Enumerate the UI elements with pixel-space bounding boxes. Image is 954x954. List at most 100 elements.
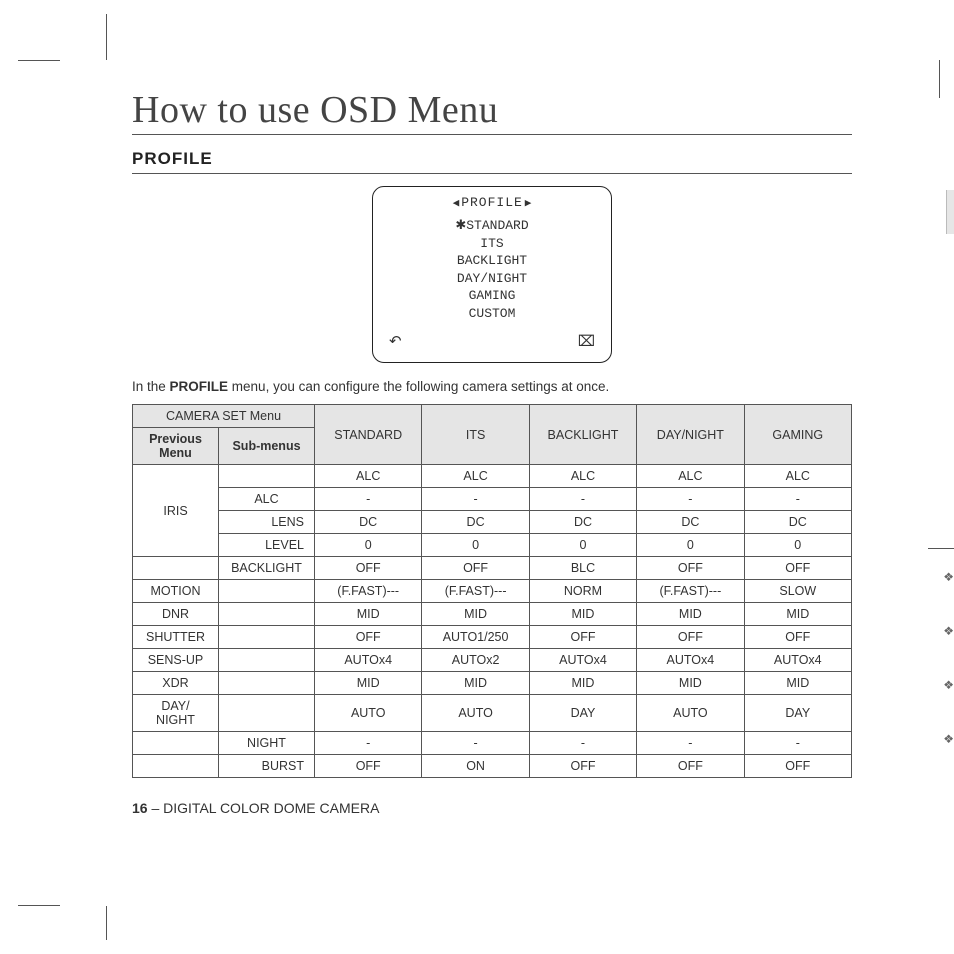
cell-prev-menu: XDR	[133, 672, 219, 695]
osd-item: CUSTOM	[383, 305, 601, 323]
cell-value: AUTOx4	[315, 649, 422, 672]
cell-value: -	[529, 732, 636, 755]
cell-value: BLC	[529, 557, 636, 580]
product-line: DIGITAL COLOR DOME CAMERA	[163, 800, 379, 816]
page-number: 16	[132, 800, 148, 816]
cell-sub-menu	[219, 603, 315, 626]
cell-value: ON	[422, 755, 529, 778]
cell-value: -	[422, 732, 529, 755]
table-row: DNRMIDMIDMIDMIDMID	[133, 603, 852, 626]
table-row: SENS-UPAUTOx4AUTOx2AUTOx4AUTOx4AUTOx4	[133, 649, 852, 672]
cell-value: DC	[529, 511, 636, 534]
cell-value: -	[637, 732, 744, 755]
cell-value: -	[744, 488, 851, 511]
nav-left-icon: ◀	[453, 196, 460, 210]
cell-value: AUTO	[422, 695, 529, 732]
cell-value: DAY	[744, 695, 851, 732]
osd-item: DAY/NIGHT	[383, 270, 601, 288]
cell-value: DC	[315, 511, 422, 534]
cell-value: ALC	[315, 465, 422, 488]
cell-value: MID	[744, 603, 851, 626]
table-row: DAY/NIGHTAUTOAUTODAYAUTODAY	[133, 695, 852, 732]
diamond-icon: ❖	[943, 624, 954, 638]
cell-value: AUTOx4	[637, 649, 744, 672]
cell-value: 0	[637, 534, 744, 557]
cell-value: OFF	[422, 557, 529, 580]
cell-value: AUTO1/250	[422, 626, 529, 649]
cell-value: NORM	[529, 580, 636, 603]
cell-value: MID	[637, 603, 744, 626]
cell-value: AUTO	[637, 695, 744, 732]
cell-sub-menu	[219, 626, 315, 649]
diamond-icon: ❖	[943, 570, 954, 584]
page-title: How to use OSD Menu	[132, 88, 852, 135]
side-bullet-list: ❖ ❖ ❖ ❖	[943, 570, 954, 746]
table-row: IRISALCALCALCALCALC	[133, 465, 852, 488]
cell-value: OFF	[315, 755, 422, 778]
table-row: BURSTOFFONOFFOFFOFF	[133, 755, 852, 778]
cell-sub-menu: ALC	[219, 488, 315, 511]
cell-sub-menu: BACKLIGHT	[219, 557, 315, 580]
cell-value: SLOW	[744, 580, 851, 603]
cell-sub-menu: LEVEL	[219, 534, 315, 557]
osd-menu-preview: ◀ PROFILE ▶ ✱STANDARD ITS BACKLIGHT DAY/…	[372, 186, 612, 363]
crop-mark	[106, 906, 107, 940]
cell-value: AUTOx4	[529, 649, 636, 672]
table-row: LENSDCDCDCDCDC	[133, 511, 852, 534]
table-header-prev: Previous Menu	[133, 428, 219, 465]
cell-value: MID	[422, 672, 529, 695]
cell-value: OFF	[744, 557, 851, 580]
page-side-tab	[946, 190, 954, 234]
crop-mark	[106, 14, 107, 60]
osd-item-list: ✱STANDARD ITS BACKLIGHT DAY/NIGHT GAMING…	[383, 216, 601, 322]
cell-value: -	[315, 732, 422, 755]
cell-value: -	[315, 488, 422, 511]
table-row: SHUTTEROFFAUTO1/250OFFOFFOFF	[133, 626, 852, 649]
cell-value: -	[637, 488, 744, 511]
cell-value: ALC	[529, 465, 636, 488]
table-row: BACKLIGHTOFFOFFBLCOFFOFF	[133, 557, 852, 580]
cell-prev-menu: IRIS	[133, 465, 219, 557]
cell-value: AUTOx4	[744, 649, 851, 672]
cell-sub-menu	[219, 580, 315, 603]
cell-value: OFF	[637, 755, 744, 778]
cell-value: (F.FAST)---	[422, 580, 529, 603]
cell-sub-menu	[219, 465, 315, 488]
cell-value: MID	[637, 672, 744, 695]
osd-item: ✱STANDARD	[383, 216, 601, 235]
cell-value: MID	[744, 672, 851, 695]
cell-value: OFF	[529, 626, 636, 649]
cell-prev-menu: MOTION	[133, 580, 219, 603]
cell-sub-menu: LENS	[219, 511, 315, 534]
section-title: PROFILE	[132, 149, 852, 174]
table-header-col: DAY/NIGHT	[637, 405, 744, 465]
cell-value: 0	[744, 534, 851, 557]
cell-value: -	[744, 732, 851, 755]
cell-prev-menu: DAY/NIGHT	[133, 695, 219, 732]
cell-value: ALC	[744, 465, 851, 488]
table-header-col: STANDARD	[315, 405, 422, 465]
cell-value: MID	[315, 603, 422, 626]
cell-value: MID	[529, 672, 636, 695]
cell-value: OFF	[637, 557, 744, 580]
cell-value: 0	[315, 534, 422, 557]
page-footer: 16 – DIGITAL COLOR DOME CAMERA	[132, 800, 852, 816]
cell-sub-menu	[219, 672, 315, 695]
cell-value: MID	[315, 672, 422, 695]
table-header-col: ITS	[422, 405, 529, 465]
table-header-group: CAMERA SET Menu	[133, 405, 315, 428]
cell-sub-menu	[219, 695, 315, 732]
diamond-icon: ❖	[943, 732, 954, 746]
crop-mark	[18, 905, 60, 906]
osd-title: PROFILE	[461, 195, 523, 210]
cell-value: (F.FAST)---	[637, 580, 744, 603]
diamond-icon: ❖	[943, 678, 954, 692]
cell-value: AUTOx2	[422, 649, 529, 672]
table-row: XDRMIDMIDMIDMIDMID	[133, 672, 852, 695]
osd-item: ITS	[383, 235, 601, 253]
nav-right-icon: ▶	[525, 196, 532, 210]
cell-value: DC	[637, 511, 744, 534]
cell-value: MID	[422, 603, 529, 626]
cell-value: -	[529, 488, 636, 511]
cell-value: 0	[422, 534, 529, 557]
